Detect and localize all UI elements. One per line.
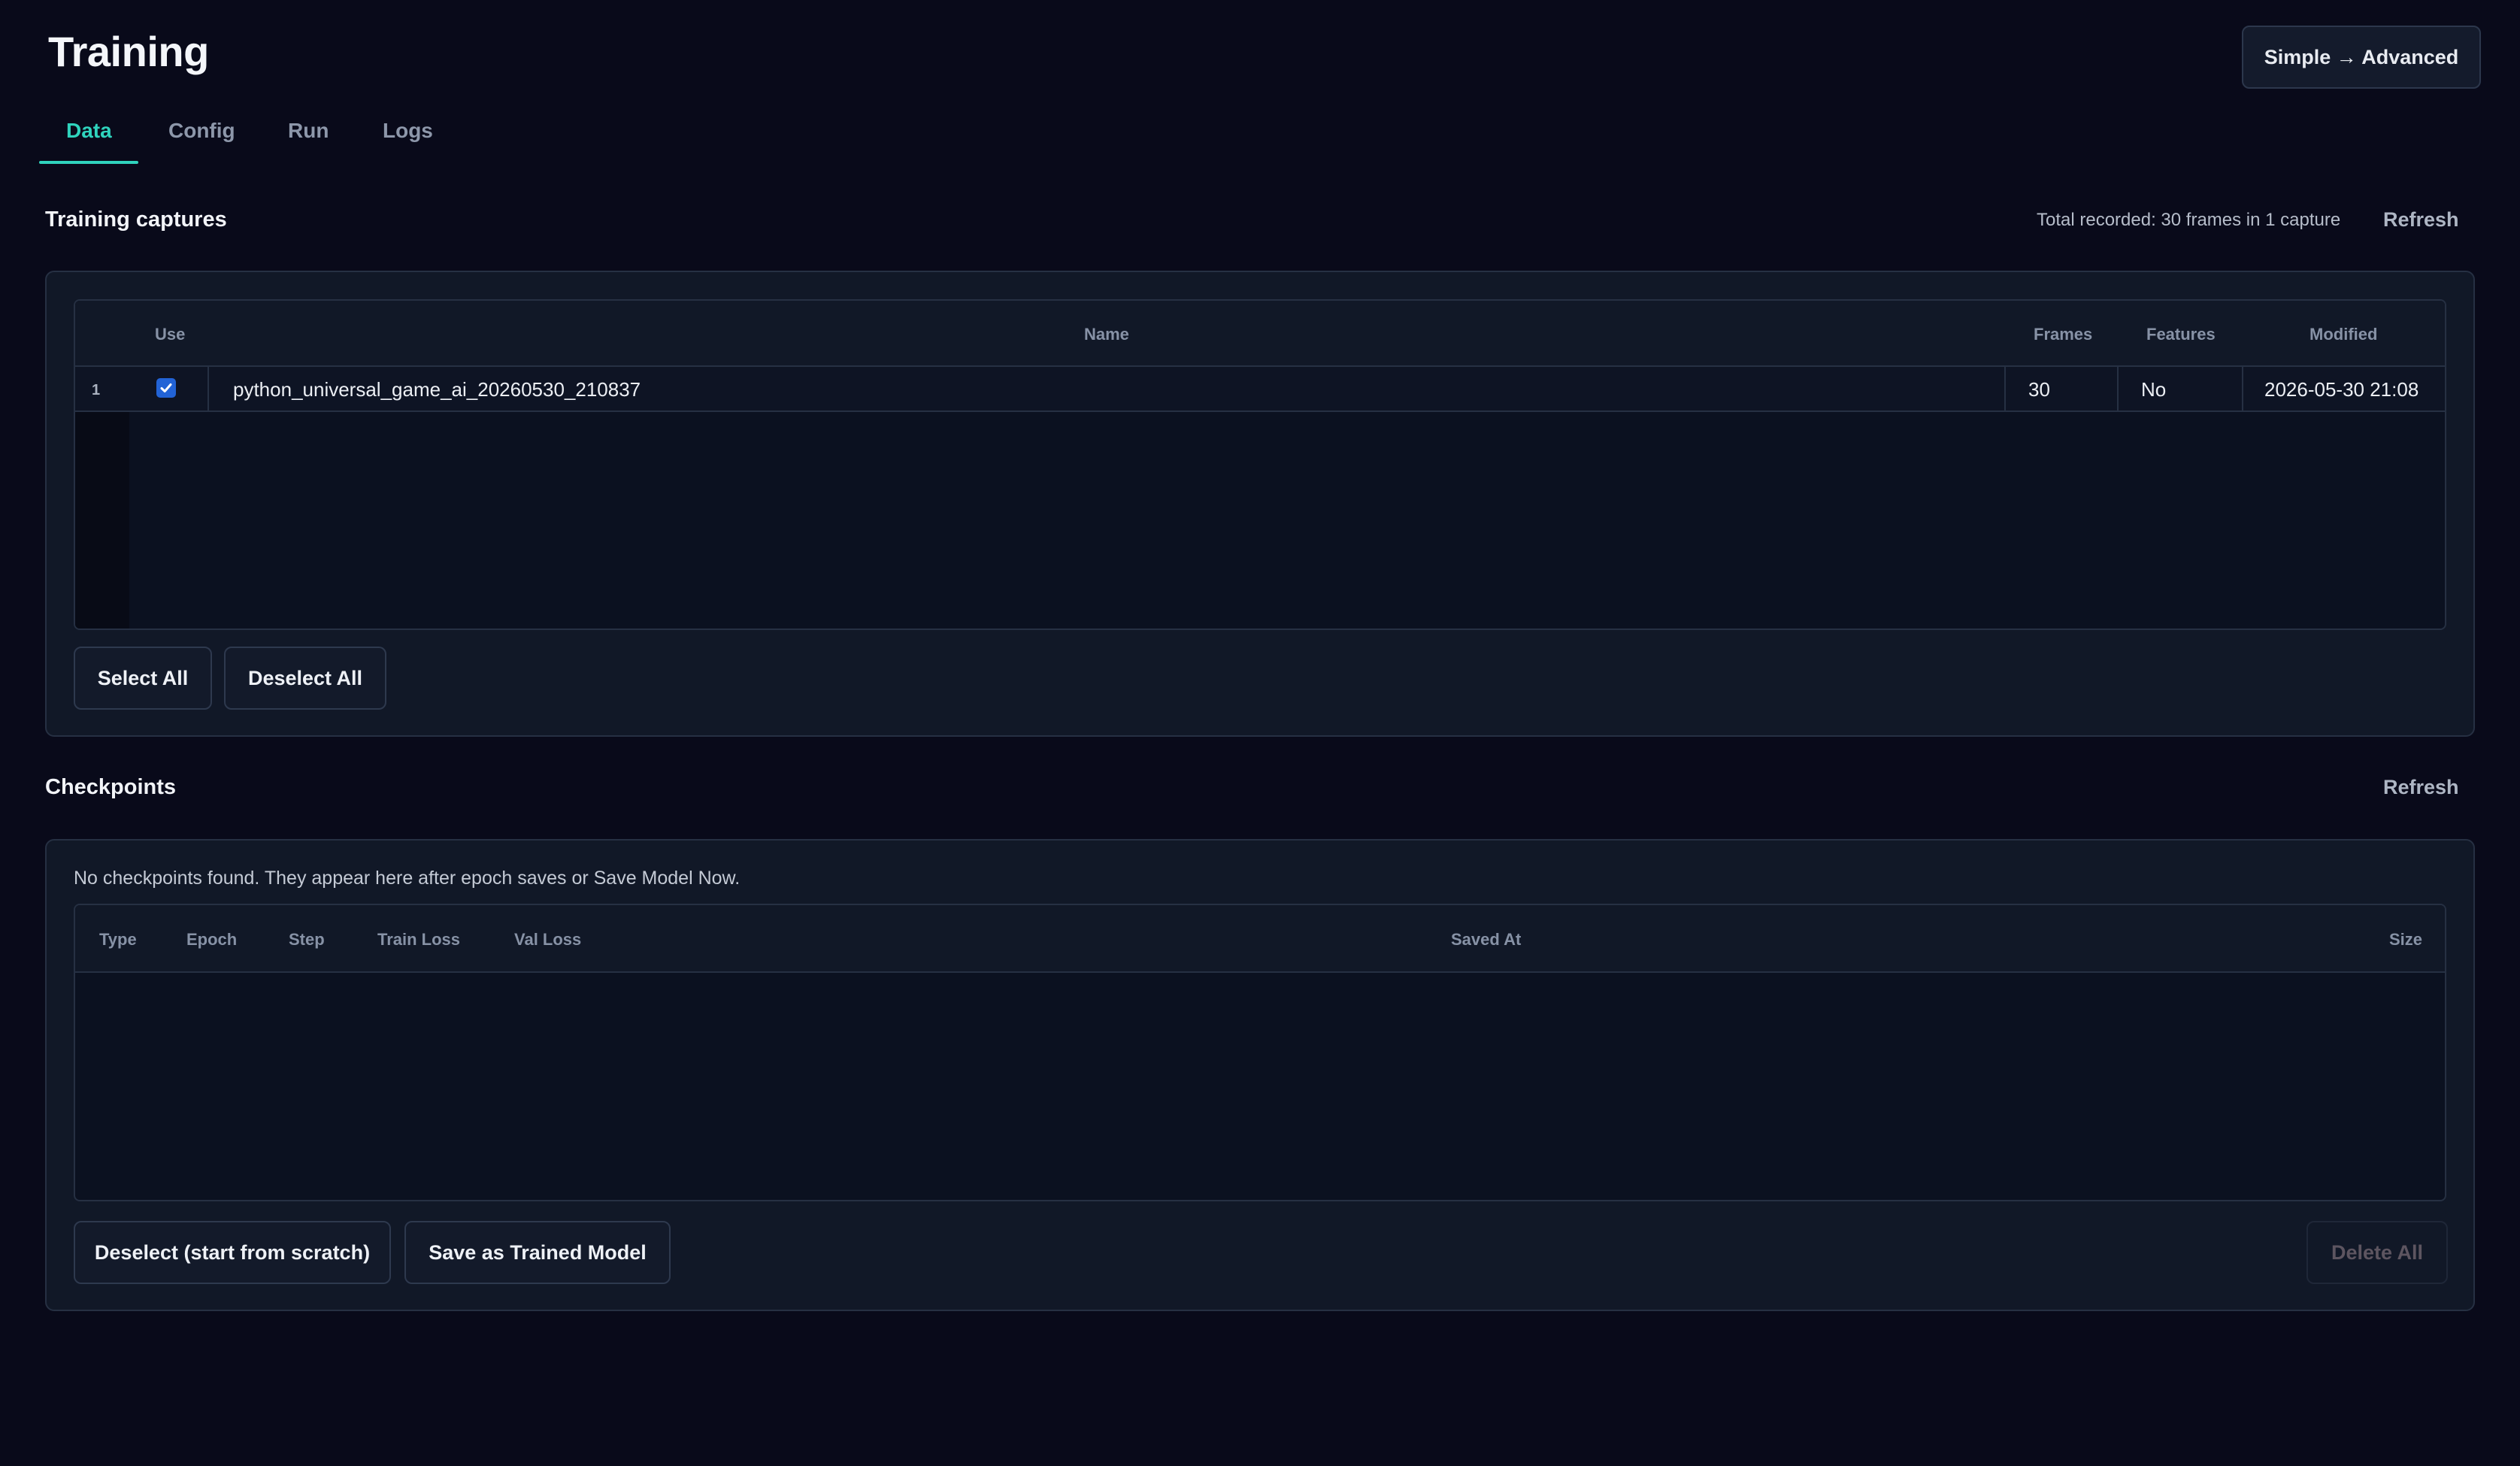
column-header-val-loss[interactable]: Val Loss xyxy=(514,930,581,950)
checkpoints-table: Type Epoch Step Train Loss Val Loss Save… xyxy=(74,904,2446,1201)
checkmark-icon xyxy=(160,383,172,392)
page-title: Training xyxy=(48,28,209,75)
column-header-features[interactable]: Features xyxy=(2146,325,2216,344)
tab-data[interactable]: Data xyxy=(66,119,112,143)
column-header-modified[interactable]: Modified xyxy=(2309,325,2377,344)
features-cell: No xyxy=(2141,378,2167,401)
deselect-all-button[interactable]: Deselect All xyxy=(224,647,386,710)
captures-section-title: Training captures xyxy=(45,207,227,232)
cell-divider xyxy=(2242,367,2243,410)
column-header-train-loss[interactable]: Train Loss xyxy=(377,930,460,950)
mode-toggle-button[interactable]: Simple → Advanced xyxy=(2242,26,2481,89)
tab-config[interactable]: Config xyxy=(168,119,235,143)
column-header-epoch[interactable]: Epoch xyxy=(186,930,237,950)
column-header-step[interactable]: Step xyxy=(289,930,325,950)
tab-logs[interactable]: Logs xyxy=(383,119,433,143)
row-number: 1 xyxy=(92,382,101,398)
captures-header-row: Use Name Frames Features Modified xyxy=(75,301,2445,367)
tab-run[interactable]: Run xyxy=(288,119,329,143)
checkpoints-header-row: Type Epoch Step Train Loss Val Loss Save… xyxy=(75,905,2445,973)
save-trained-model-button[interactable]: Save as Trained Model xyxy=(404,1221,671,1284)
checkpoints-panel: No checkpoints found. They appear here a… xyxy=(45,839,2475,1311)
captures-table: Use Name Frames Features Modified 1 pyth… xyxy=(74,299,2446,630)
delete-all-button[interactable]: Delete All xyxy=(2306,1221,2448,1284)
select-all-button[interactable]: Select All xyxy=(74,647,212,710)
captures-summary: Total recorded: 30 frames in 1 capture xyxy=(2037,210,2341,230)
checkpoints-section-title: Checkpoints xyxy=(45,775,177,799)
column-header-type[interactable]: Type xyxy=(99,930,137,950)
use-cell xyxy=(129,367,209,410)
captures-panel: Use Name Frames Features Modified 1 pyth… xyxy=(45,271,2475,737)
frames-cell: 30 xyxy=(2028,378,2050,401)
column-header-size[interactable]: Size xyxy=(2389,930,2422,950)
cell-divider xyxy=(2117,367,2119,410)
column-header-name[interactable]: Name xyxy=(1084,325,1129,344)
use-checkbox[interactable] xyxy=(156,378,176,398)
deselect-checkpoint-button[interactable]: Deselect (start from scratch) xyxy=(74,1221,391,1284)
active-tab-indicator xyxy=(39,161,138,164)
checkpoints-refresh-button[interactable]: Refresh xyxy=(2383,776,2459,799)
column-header-use[interactable]: Use xyxy=(155,325,185,344)
capture-name-cell: python_universal_game_ai_20260530_210837 xyxy=(233,378,641,401)
cell-divider xyxy=(2004,367,2006,410)
table-row[interactable]: 1 python_universal_game_ai_20260530_2108… xyxy=(75,367,2445,412)
column-header-saved-at[interactable]: Saved At xyxy=(1451,930,1521,950)
column-header-frames[interactable]: Frames xyxy=(2034,325,2092,344)
checkpoints-empty-message: No checkpoints found. They appear here a… xyxy=(74,868,741,889)
modified-cell: 2026-05-30 21:08 xyxy=(2264,378,2419,401)
captures-refresh-button[interactable]: Refresh xyxy=(2383,208,2459,232)
